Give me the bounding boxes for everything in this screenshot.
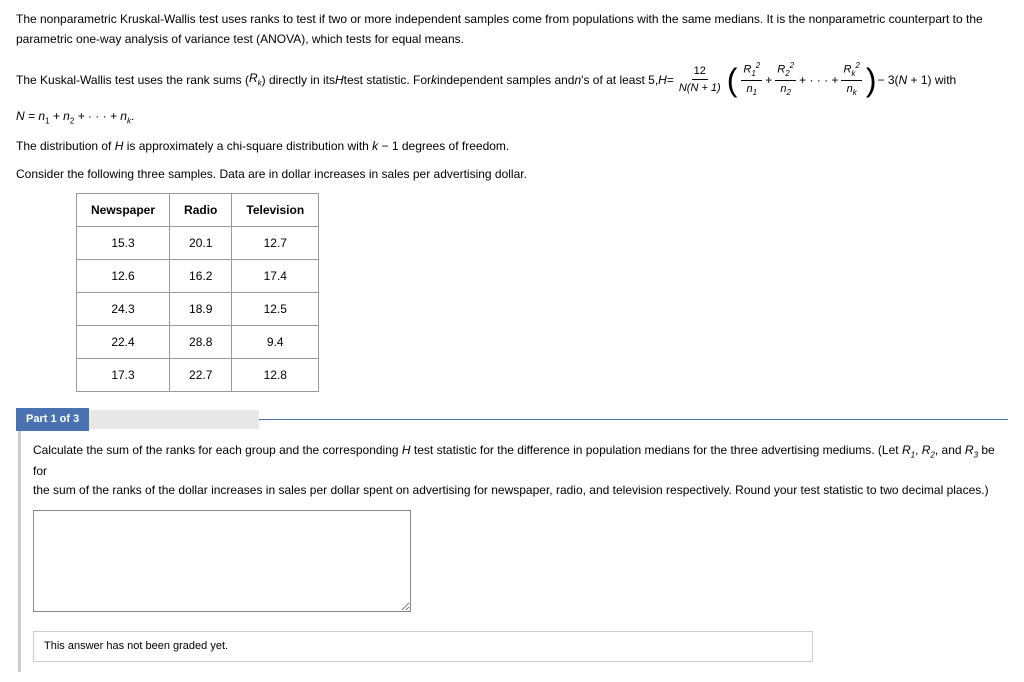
plus-1: + [765,71,772,89]
formula-mid2: test statistic. For [344,71,431,89]
dots-plus: + · · · + [799,71,838,89]
part-content: Calculate the sum of the ranks for each … [18,431,1008,672]
consider-text: Consider the following three samples. Da… [16,165,1008,183]
fraction-rk: Rk2 nk [841,60,861,99]
intro-paragraph: The nonparametric Kruskal-Wallis test us… [16,10,1008,48]
right-paren: ) [866,64,877,96]
formula-mid: ) directly in its [262,71,335,89]
header-television: Television [232,194,319,227]
header-radio: Radio [170,194,232,227]
table-row: 22.428.89.4 [77,326,319,359]
h-symbol-eq: H [658,71,667,89]
part-header: Part 1 of 3 [16,408,1008,431]
fraction-r1: R12 n1 [741,60,762,99]
part-label: Part 1 of 3 [16,408,89,431]
question-text: Calculate the sum of the ranks for each … [33,441,1008,501]
n-symbol: n [574,71,581,89]
part-rule [259,419,1008,420]
h-symbol: H [335,71,344,89]
header-newspaper: Newspaper [77,194,170,227]
grade-status: This answer has not been graded yet. [33,631,813,662]
table-header-row: Newspaper Radio Television [77,194,319,227]
formula-pre: The Kuskal-Wallis test uses the rank sum… [16,71,249,89]
table-row: 12.616.217.4 [77,260,319,293]
intro-line-2: parametric one-way analysis of variance … [16,30,1008,48]
formula-mid3: independent samples and [437,71,574,89]
distribution-text: The distribution of H is approximately a… [16,137,1008,155]
n-equation: N = n1 + n2 + · · · + nk. [16,107,1008,127]
data-table: Newspaper Radio Television 15.320.112.7 … [76,193,319,392]
equals: = [667,71,674,89]
table-row: 17.322.712.8 [77,359,319,392]
minus-3n: − 3(N + 1) with [878,71,957,89]
intro-line-1: The nonparametric Kruskal-Wallis test us… [16,10,1008,28]
fraction-12: 12 N(N + 1) [677,63,723,97]
part-spacer [89,410,259,429]
table-row: 24.318.912.5 [77,293,319,326]
rk-symbol: Rk [249,69,262,89]
formula-mid4: 's of at least 5, [581,71,658,89]
table-row: 15.320.112.7 [77,227,319,260]
left-paren: ( [727,64,738,96]
formula-line: The Kuskal-Wallis test uses the rank sum… [16,60,1008,99]
answer-input[interactable] [33,510,411,612]
fraction-r2: R22 n2 [775,60,796,99]
